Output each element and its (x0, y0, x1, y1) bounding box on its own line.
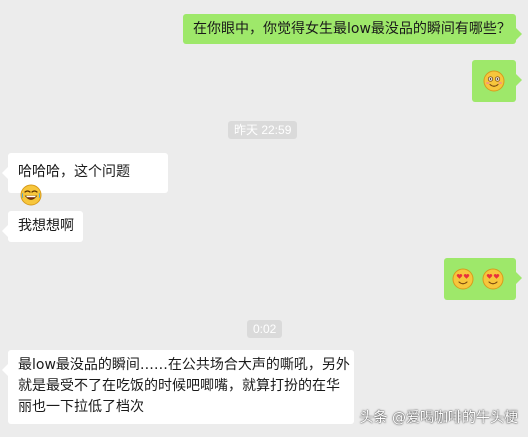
message-text-line: 就是最受不了在吃饭的时候吧唧嘴，就算打扮的在华 (18, 378, 340, 394)
message-text: 我想想啊 (18, 218, 74, 234)
crying-laughing-emoji-icon (20, 184, 42, 205)
incoming-message-long[interactable]: 最low最没品的瞬间……在公共场合大声的嘶吼，另外 就是最受不了在吃饭的时候吧唧… (2, 350, 354, 424)
message-text-line: 最low最没品的瞬间……在公共场合大声的嘶吼，另外 (18, 357, 350, 373)
watermark: 头条 @爱喝咖啡的牛头梗 (359, 410, 518, 426)
outgoing-message-emoji[interactable] (472, 60, 522, 102)
heart-eyes-emoji-icon (452, 268, 474, 290)
message-text: 哈哈哈，这个问题 (18, 164, 130, 180)
outgoing-message-question[interactable]: 在你眼中，你觉得女生最low最没品的瞬间有哪些？ (183, 14, 522, 44)
message-text: 在你眼中，你觉得女生最low最没品的瞬间有哪些？ (193, 21, 511, 37)
outgoing-message-emoji[interactable] (444, 258, 522, 300)
timestamp: 昨天 22:59 (228, 121, 298, 139)
timestamp: 0:02 (247, 320, 283, 338)
smiling-grimace-emoji-icon (483, 70, 505, 92)
incoming-message[interactable]: 哈哈哈，这个问题 (2, 153, 168, 205)
incoming-message[interactable]: 我想想啊 (2, 211, 83, 242)
message-text-line: 丽也一下拉低了档次 (18, 399, 144, 415)
heart-eyes-emoji-icon (482, 268, 504, 290)
